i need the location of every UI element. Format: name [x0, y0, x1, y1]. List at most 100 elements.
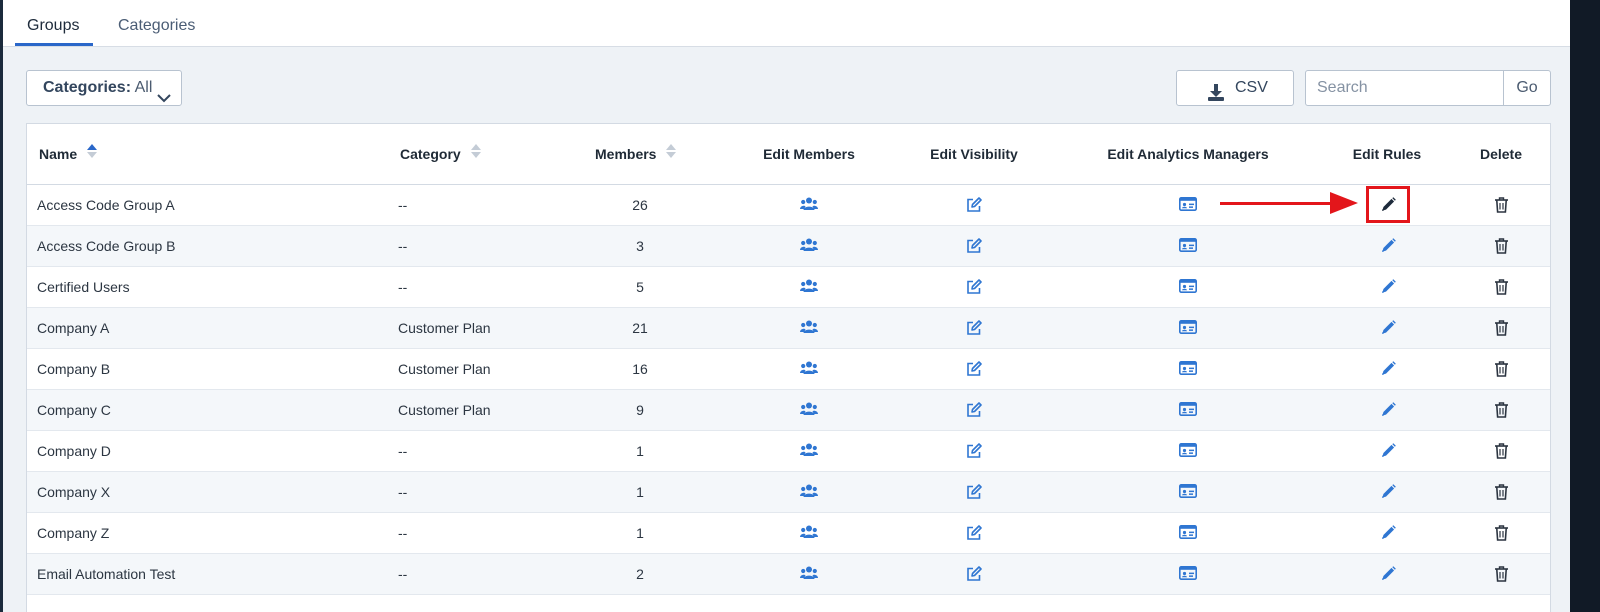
users-icon[interactable]	[800, 525, 818, 544]
cell-category: --	[398, 484, 408, 500]
users-icon[interactable]	[800, 279, 818, 298]
users-icon[interactable]	[800, 402, 818, 421]
users-icon[interactable]	[800, 443, 818, 462]
cell-category: Customer Plan	[398, 361, 491, 377]
edit-square-icon[interactable]	[966, 443, 982, 464]
cell-members: 1	[636, 443, 644, 459]
cell-members: 26	[632, 197, 648, 213]
search-input[interactable]	[1306, 71, 1504, 105]
users-icon[interactable]	[800, 197, 818, 216]
categories-filter-dropdown[interactable]: Categories: All	[26, 70, 182, 106]
cell-name: Email Automation Test	[37, 566, 176, 582]
id-card-icon[interactable]	[1179, 525, 1197, 544]
column-header-members-label: Members	[595, 146, 657, 162]
column-header-edit-analytics-managers: Edit Analytics Managers	[1107, 146, 1269, 162]
trash-icon[interactable]	[1495, 279, 1508, 300]
cell-name: Company C	[37, 402, 111, 418]
pencil-icon[interactable]	[1381, 443, 1396, 463]
cell-members: 21	[632, 320, 648, 336]
users-icon[interactable]	[800, 566, 818, 585]
sort-ascending-icon	[87, 123, 98, 184]
users-icon[interactable]	[800, 484, 818, 503]
pencil-icon[interactable]	[1381, 320, 1396, 340]
edit-square-icon[interactable]	[966, 525, 982, 546]
trash-icon[interactable]	[1495, 197, 1508, 218]
column-header-delete: Delete	[1479, 146, 1523, 162]
cell-category: --	[398, 525, 408, 541]
cell-name: Company A	[37, 320, 110, 336]
cell-name: Company B	[37, 361, 111, 377]
column-header-edit-visibility: Edit Visibility	[930, 146, 1018, 162]
groups-table: Name Category Members Edit Members Edit …	[26, 123, 1551, 612]
users-icon[interactable]	[800, 361, 818, 380]
id-card-icon[interactable]	[1179, 566, 1197, 585]
column-header-category-label: Category	[400, 146, 461, 162]
pencil-icon[interactable]	[1381, 238, 1396, 258]
users-icon[interactable]	[800, 238, 818, 257]
tab-categories[interactable]: Categories	[118, 0, 195, 46]
table-row: Access Code Group A -- 26	[27, 185, 1550, 226]
edit-square-icon[interactable]	[966, 197, 982, 218]
cell-name: Access Code Group A	[37, 197, 175, 213]
id-card-icon[interactable]	[1179, 197, 1197, 216]
cell-category: --	[398, 238, 408, 254]
categories-filter-value: All	[134, 79, 153, 96]
id-card-icon[interactable]	[1179, 238, 1197, 257]
edit-square-icon[interactable]	[966, 238, 982, 259]
cell-name: Company Z	[37, 525, 110, 541]
cell-category: --	[398, 279, 408, 295]
pencil-icon[interactable]	[1381, 484, 1396, 504]
cell-members: 16	[632, 361, 648, 377]
trash-icon[interactable]	[1495, 238, 1508, 259]
annotation-highlight-box	[1366, 186, 1410, 223]
column-header-name[interactable]: Name	[39, 123, 98, 185]
tab-groups[interactable]: Groups	[27, 0, 79, 46]
table-row: Access Code Group B -- 3	[27, 226, 1550, 267]
edit-square-icon[interactable]	[966, 320, 982, 341]
screen: Groups Categories Categories: All CSV Se…	[0, 0, 1600, 612]
edit-square-icon[interactable]	[966, 279, 982, 300]
pencil-icon[interactable]	[1381, 566, 1396, 586]
trash-icon[interactable]	[1495, 320, 1508, 341]
edit-square-icon[interactable]	[966, 566, 982, 587]
table-row: Company B Customer Plan 16	[27, 349, 1550, 390]
go-button[interactable]: Go	[1503, 71, 1550, 105]
edit-square-icon[interactable]	[966, 361, 982, 382]
id-card-icon[interactable]	[1179, 484, 1197, 503]
csv-button-label: CSV	[1235, 79, 1268, 96]
table-row: Certified Users -- 5	[27, 267, 1550, 308]
pencil-icon[interactable]	[1381, 279, 1396, 299]
pencil-icon[interactable]	[1381, 402, 1396, 422]
table-row: Company Z -- 1	[27, 513, 1550, 554]
trash-icon[interactable]	[1495, 484, 1508, 505]
cell-members: 9	[636, 402, 644, 418]
id-card-icon[interactable]	[1179, 443, 1197, 462]
id-card-icon[interactable]	[1179, 279, 1197, 298]
column-header-category[interactable]: Category	[400, 124, 481, 185]
pencil-icon[interactable]	[1381, 525, 1396, 545]
id-card-icon[interactable]	[1179, 361, 1197, 380]
edit-square-icon[interactable]	[966, 402, 982, 423]
column-header-members[interactable]: Members	[595, 123, 677, 185]
csv-export-button[interactable]: CSV	[1176, 70, 1294, 106]
cell-category: --	[398, 197, 408, 213]
edit-square-icon[interactable]	[966, 484, 982, 505]
cell-category: Customer Plan	[398, 320, 491, 336]
cell-members: 5	[636, 279, 644, 295]
users-icon[interactable]	[800, 320, 818, 339]
trash-icon[interactable]	[1495, 525, 1508, 546]
groups-page: Groups Categories Categories: All CSV Se…	[3, 0, 1570, 612]
trash-icon[interactable]	[1495, 566, 1508, 587]
id-card-icon[interactable]	[1179, 320, 1197, 339]
trash-icon[interactable]	[1495, 361, 1508, 382]
trash-icon[interactable]	[1495, 402, 1508, 423]
sort-icon	[666, 123, 677, 184]
cell-members: 1	[636, 525, 644, 541]
id-card-icon[interactable]	[1179, 402, 1197, 421]
trash-icon[interactable]	[1495, 443, 1508, 464]
active-tab-indicator	[15, 43, 93, 46]
cell-category: Customer Plan	[398, 402, 491, 418]
categories-filter-label: Categories:	[43, 79, 132, 96]
pencil-icon[interactable]	[1381, 361, 1396, 381]
chevron-down-icon	[157, 82, 171, 116]
